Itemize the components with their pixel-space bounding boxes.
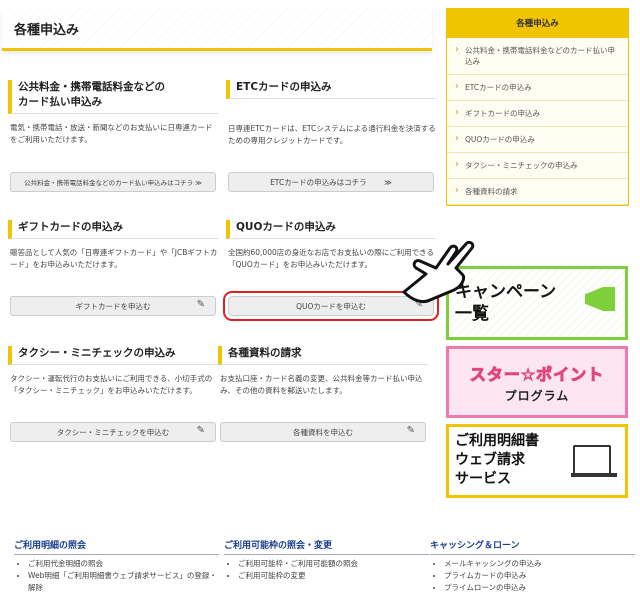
card-taxi: タクシー・ミニチェックの申込み タクシー・運転代行のお支払いにご利用できる、小切… — [8, 346, 218, 442]
card-title: 公共料金・携帯電話料金などの カード払い申込み — [8, 80, 218, 114]
etc-apply-button[interactable]: ETCカードの申込みはコチラ ≫ — [228, 172, 434, 192]
card-title: タクシー・ミニチェックの申込み — [8, 346, 218, 365]
footer-link[interactable]: メールキャッシングの申込み — [444, 558, 635, 570]
edit-icon: ✎ — [196, 299, 205, 310]
sidebar-item-quo[interactable]: QUOカードの申込み — [447, 127, 628, 153]
star-point-banner[interactable]: スター☆ポイント プログラム — [446, 346, 628, 418]
sidebar: 各種申込み 公共料金・携帯電話料金などのカード払い申込み ETCカードの申込み … — [446, 8, 629, 206]
banner-line: 一覧 — [455, 304, 489, 324]
star-point-subtitle: プログラム — [504, 389, 570, 403]
card-title-line: 公共料金・携帯電話料金などの — [18, 81, 165, 93]
footer-heading[interactable]: キャッシング＆ローン — [430, 538, 635, 555]
banner-line: サービス — [455, 471, 511, 487]
footer-heading[interactable]: ご利用可能枠の照会・変更 — [224, 538, 429, 555]
card-title: 各種資料の請求 — [218, 346, 428, 365]
card-title-line: カード払い申込み — [18, 96, 102, 108]
web-statement-banner[interactable]: ご利用明細書 ウェブ請求サービス — [446, 424, 628, 498]
footer-link[interactable]: Web明細「ご利用明細書ウェブ請求サービス」の登録・解除 — [28, 570, 219, 594]
sidebar-list: 公共料金・携帯電話料金などのカード払い申込み ETCカードの申込み ギフトカード… — [446, 38, 629, 206]
card-desc: 電気・携帯電話・放送・新聞などのお支払いに日専連カードをご利用いただけます。 — [10, 123, 213, 144]
button-label: ギフトカードを申込む — [75, 301, 151, 311]
card-title: ETCカードの申込み — [226, 80, 436, 99]
card-documents: 各種資料の請求 お支払口座・カード名義の変更、公共料金等カード払い申込み、その他… — [218, 346, 428, 442]
card-gift: ギフトカードの申込み 贈答品として人気の「日専連ギフトカード」や「JCBギフトカ… — [8, 220, 218, 316]
utility-apply-button[interactable]: 公共料金・携帯電話料金などのカード払い申込みはコチラ ≫ — [10, 172, 216, 192]
star-point-title: スター☆ポイント — [469, 365, 605, 385]
footer-link[interactable]: ご利用可能枠・ご利用可能額の照会 — [238, 558, 429, 570]
footer-link[interactable]: プライムローンの申込み — [444, 582, 635, 594]
card-title: ギフトカードの申込み — [8, 220, 218, 239]
laptop-icon — [573, 445, 611, 475]
card-desc: 贈答品として人気の「日専連ギフトカード」や「JCBギフトカード」をお申込みいただ… — [10, 248, 218, 269]
footer-heading[interactable]: ご利用明細の照会 — [14, 538, 219, 555]
megaphone-icon — [585, 287, 615, 311]
footer-column-cashing: キャッシング＆ローン メールキャッシングの申込み プライムカードの申込み プライ… — [430, 538, 635, 594]
footer-link[interactable]: プライムカードの申込み — [444, 570, 635, 582]
laptop-base-icon — [571, 473, 617, 477]
edit-icon: ✎ — [196, 425, 205, 436]
sidebar-title: 各種申込み — [446, 8, 629, 38]
card-utility: 公共料金・携帯電話料金などの カード払い申込み 電気・携帯電話・放送・新聞などのお… — [8, 80, 218, 192]
footer-link[interactable]: ご利用代金明細の照会 — [28, 558, 219, 570]
page-header: 各種申込み — [2, 8, 432, 51]
card-etc: ETCカードの申込み 日専連ETCカードは、ETCシステムによる通行料金を決済す… — [226, 80, 436, 192]
card-desc: タクシー・運転代行のお支払いにご利用できる、小切手式の「タクシー・ミニチェック」… — [10, 374, 213, 395]
sidebar-item-documents[interactable]: 各種資料の請求 — [447, 179, 628, 205]
button-label: 各種資料を申込む — [293, 427, 353, 437]
sidebar-item-gift[interactable]: ギフトカードの申込み — [447, 101, 628, 127]
footer-link[interactable]: ご利用可能枠の変更 — [238, 570, 429, 582]
card-desc: 日専連ETCカードは、ETCシステムによる通行料金を決済するための専用クレジット… — [228, 124, 436, 145]
footer-column-limit: ご利用可能枠の照会・変更 ご利用可能枠・ご利用可能額の照会 ご利用可能枠の変更 — [224, 538, 429, 582]
banner-line: ご利用明細書 — [455, 433, 539, 449]
gift-apply-button[interactable]: ギフトカードを申込む ✎ — [10, 296, 216, 316]
web-statement-text: ご利用明細書 ウェブ請求サービス — [455, 432, 539, 489]
banner-line: ウェブ請求 — [455, 452, 525, 468]
documents-apply-button[interactable]: 各種資料を申込む ✎ — [220, 422, 426, 442]
button-label: QUOカードを申込む — [296, 301, 366, 311]
main-content: 各種申込み 公共料金・携帯電話料金などの カード払い申込み 電気・携帯電話・放送・… — [0, 0, 440, 500]
taxi-apply-button[interactable]: タクシー・ミニチェックを申込む ✎ — [10, 422, 216, 442]
footer-column-statement: ご利用明細の照会 ご利用代金明細の照会 Web明細「ご利用明細書ウェブ請求サービ… — [14, 538, 219, 594]
hand-pointer-icon — [402, 240, 475, 304]
sidebar-item-taxi[interactable]: タクシー・ミニチェックの申込み — [447, 153, 628, 179]
edit-icon: ✎ — [406, 425, 415, 436]
button-label: タクシー・ミニチェックを申込む — [56, 427, 170, 437]
page-title: 各種申込み — [14, 23, 80, 38]
card-desc: お支払口座・カード名義の変更、公共料金等カード払い申込み、その他の資料を郵送いた… — [220, 374, 423, 395]
sidebar-item-etc[interactable]: ETCカードの申込み — [447, 75, 628, 101]
sidebar-item-utility[interactable]: 公共料金・携帯電話料金などのカード払い申込み — [447, 38, 628, 75]
